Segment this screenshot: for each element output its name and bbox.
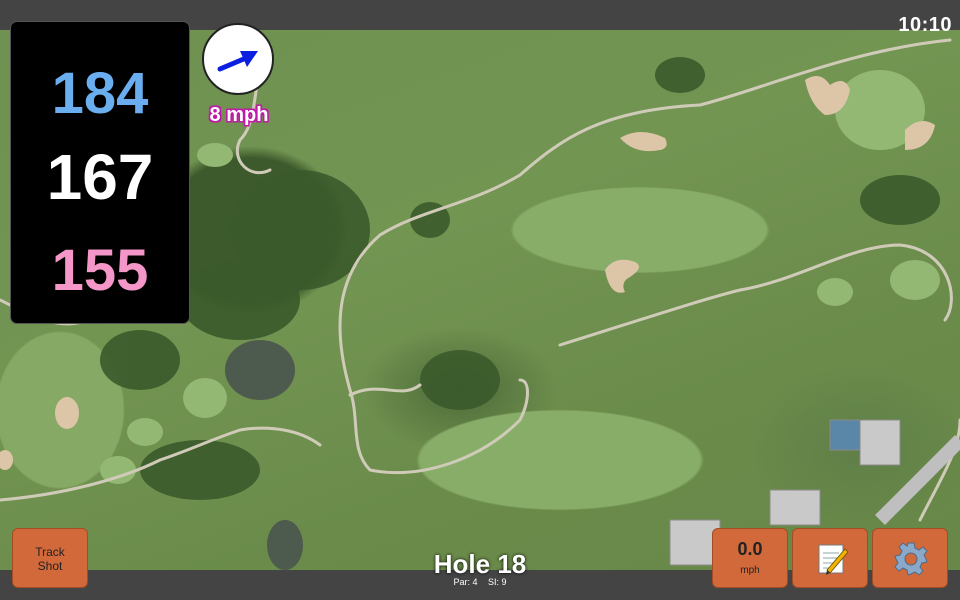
settings-button[interactable] [872,528,948,588]
hole-title: Hole 18 [433,549,527,579]
front-distance: 155 [51,238,149,303]
track-shot-label-line1: Track [35,545,65,559]
wind-speed-label: 8 mph [209,104,269,126]
hole-info: Par: 4 SI: 9 [380,577,580,587]
hole-stroke-index: SI: 9 [488,577,507,587]
track-shot-button[interactable]: Track Shot [12,528,88,588]
notes-button[interactable] [792,528,868,588]
back-distance: 184 [51,61,149,126]
middle-distance: 167 [46,141,154,213]
wind-indicator[interactable] [202,23,274,95]
wind-speed-button[interactable]: 0.0 mph [712,528,788,588]
status-clock: 10:10 [898,14,952,36]
wind-speed-unit: mph [740,565,760,576]
hole-par: Par: 4 [453,577,478,587]
gear-icon [894,542,928,576]
wind-speed-value: 0.0 [737,539,763,559]
track-shot-label-line2: Shot [37,559,63,573]
wind-direction-arrow-icon [217,51,258,72]
notepad-icon [818,544,849,575]
distance-panel: 184 167 155 [11,22,189,323]
